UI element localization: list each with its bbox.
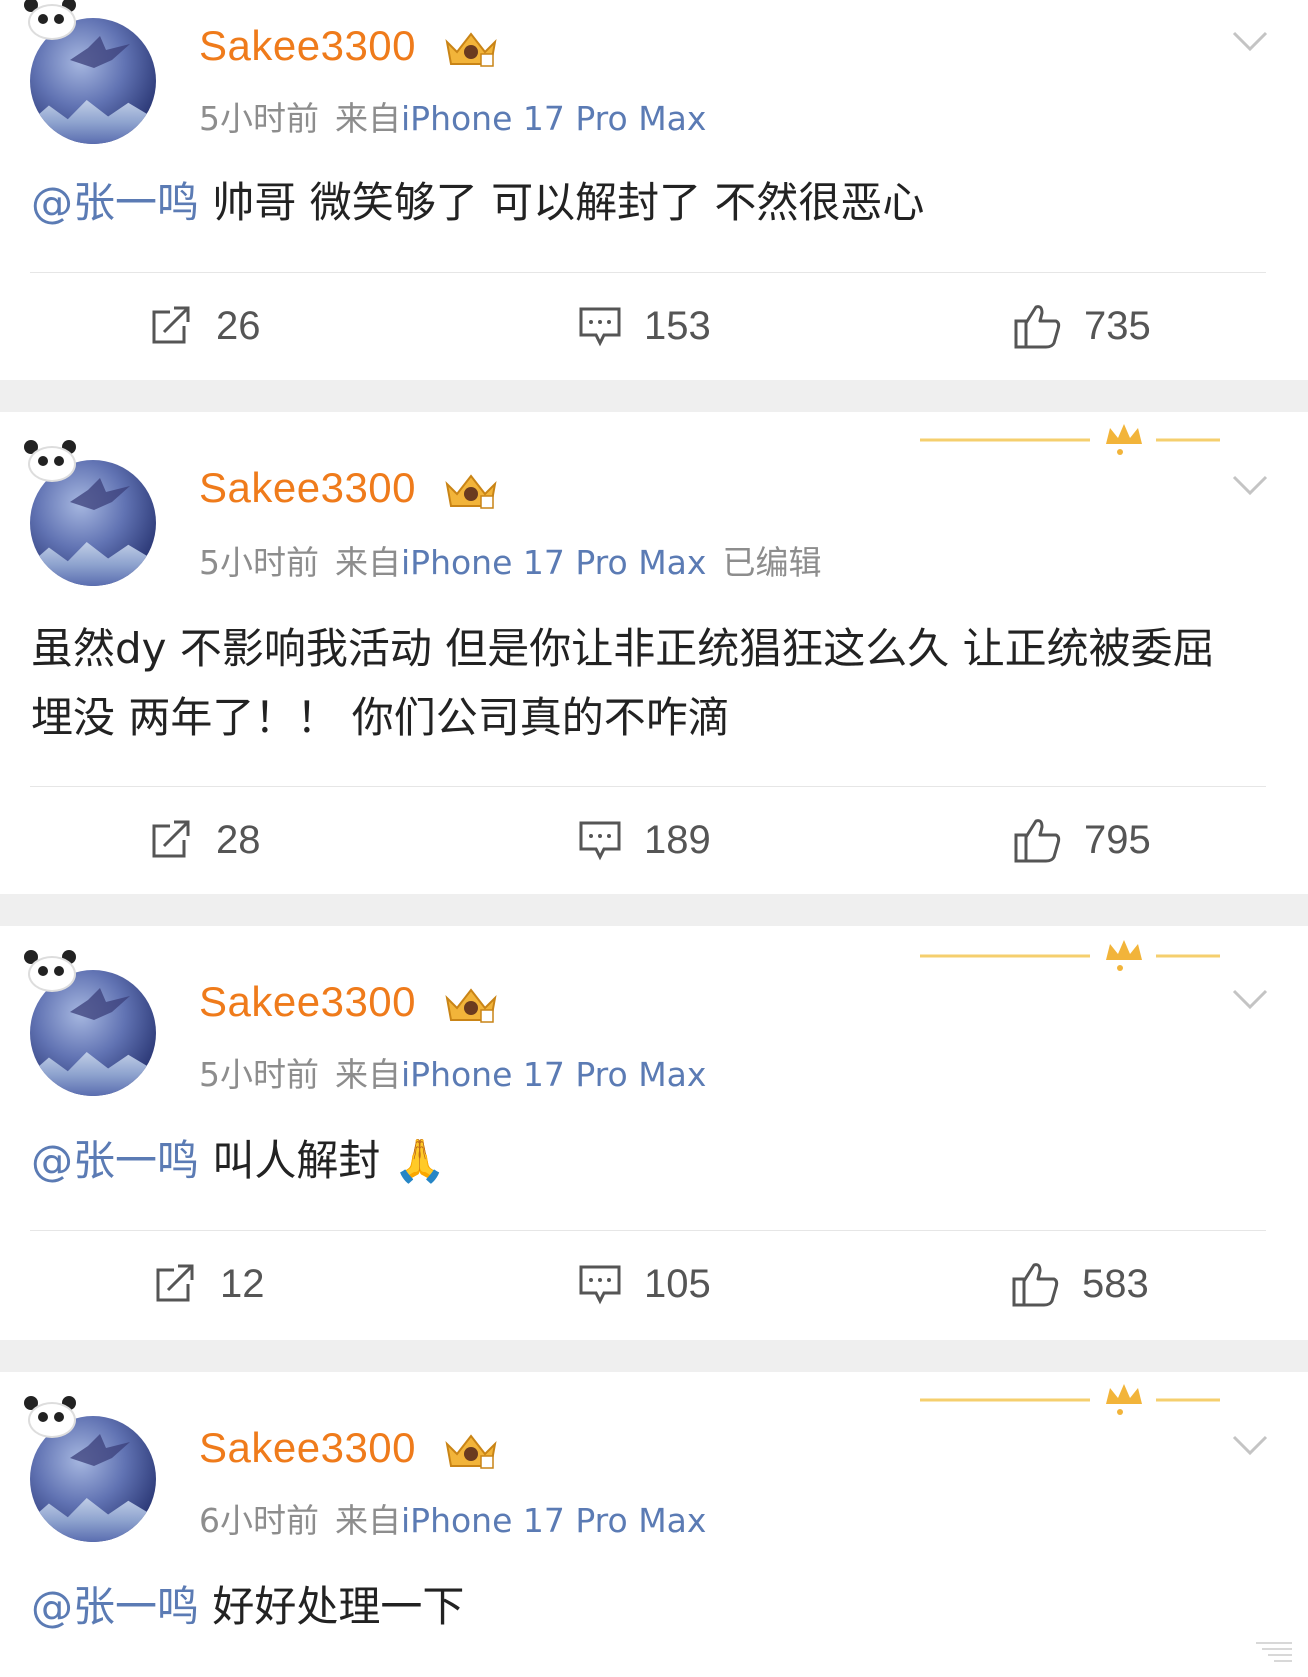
repost-button[interactable]: 28 [150,810,261,870]
panda-avatar-frame-icon [22,948,78,992]
panda-avatar-frame-icon [22,0,78,40]
post-body: 帅哥 微笑够了 可以解封了 不然很恶心 [199,178,925,227]
post-text: @张一鸣 叫人解封 🙏 [31,1126,1271,1195]
panda-avatar-frame-icon [22,438,78,482]
vip-crown-icon [445,32,497,67]
panda-avatar-frame-icon [22,1394,78,1438]
like-button[interactable]: 735 [1014,296,1151,356]
mention-link[interactable]: @张一鸣 [31,1136,199,1185]
device-source-link[interactable]: iPhone 17 Pro Max [401,99,706,138]
post-card: Sakee3300 5小时前 来自iPhone 17 Pro Max @张一鸣 帅… [0,0,1308,380]
username[interactable]: Sakee3300 [199,978,416,1026]
comment-count: 189 [644,817,711,862]
divider [30,786,1266,787]
post-meta: 5小时前 来自iPhone 17 Pro Max [199,92,706,140]
repost-count: 28 [216,817,261,862]
username[interactable]: Sakee3300 [199,464,416,512]
crown-decoration-icon [920,1384,1220,1415]
device-source-link[interactable]: iPhone 17 Pro Max [401,543,706,582]
comment-button[interactable]: 189 [578,810,711,870]
chevron-down-icon[interactable] [1232,1434,1268,1456]
mention-link[interactable]: @张一鸣 [31,1582,199,1631]
thumbs-up-icon [1014,305,1061,349]
post-meta: 6小时前 来自iPhone 17 Pro Max [199,1494,706,1542]
source-prefix: 来自 [335,1501,401,1540]
crown-decoration-icon [920,940,1220,971]
mention-link[interactable]: @张一鸣 [31,178,199,227]
separator [0,380,1308,412]
username[interactable]: Sakee3300 [199,1424,416,1472]
action-bar: 28 189 795 [0,810,1308,870]
post-card: Sakee3300 5小时前 来自iPhone 17 Pro Max @张一鸣 叫… [0,926,1308,1340]
edited-label[interactable]: 已编辑 [722,543,821,582]
repost-icon [152,820,190,858]
repost-count: 12 [220,1261,265,1306]
repost-icon [156,1264,194,1302]
post-body: 虽然dy 不影响我活动 但是你让非正统猖狂这么久 让正统被委屈埋没 两年了！！ … [31,624,1215,742]
chevron-down-icon[interactable] [1232,988,1268,1010]
separator [0,894,1308,926]
post-meta: 5小时前 来自iPhone 17 Pro Max 已编辑 [199,536,821,584]
post-time: 5小时前 [199,1055,319,1094]
repost-count: 26 [216,303,261,348]
action-bar: 12 105 583 [0,1254,1308,1314]
post-body: 好好处理一下 [199,1582,465,1631]
vip-crown-icon [445,474,497,509]
post-meta: 5小时前 来自iPhone 17 Pro Max [199,1048,706,1096]
avatar[interactable] [22,1394,162,1542]
post-card: Sakee3300 5小时前 来自iPhone 17 Pro Max 已编辑 虽然d… [0,412,1308,894]
post-time: 5小时前 [199,543,319,582]
thumbs-up-icon [1012,1263,1059,1307]
post-time: 5小时前 [199,99,319,138]
like-count: 795 [1084,817,1151,862]
vip-crown-icon [445,988,497,1023]
username[interactable]: Sakee3300 [199,22,416,70]
avatar[interactable] [22,948,162,1096]
separator [0,1340,1308,1372]
post-body: 叫人解封 🙏 [199,1136,447,1185]
comment-button[interactable]: 153 [578,296,711,356]
scroll-grip-icon[interactable] [1252,1637,1296,1667]
comment-icon [579,1265,621,1305]
post-time: 6小时前 [199,1501,319,1540]
device-source-link[interactable]: iPhone 17 Pro Max [401,1055,706,1094]
post-text: @张一鸣 好好处理一下 [31,1572,1271,1641]
comment-icon [579,307,621,347]
crown-decoration-icon [920,424,1220,455]
divider [30,272,1266,273]
like-button[interactable]: 795 [1014,810,1151,870]
chevron-down-icon[interactable] [1232,474,1268,496]
device-source-link[interactable]: iPhone 17 Pro Max [401,1501,706,1540]
source-prefix: 来自 [335,1055,401,1094]
comment-icon [579,821,621,861]
avatar[interactable] [22,0,162,144]
post-card: Sakee3300 6小时前 来自iPhone 17 Pro Max @张一鸣 好… [0,1372,1308,1677]
comment-count: 105 [644,1261,711,1306]
post-text: @张一鸣 帅哥 微笑够了 可以解封了 不然很恶心 [31,168,1271,237]
source-prefix: 来自 [335,543,401,582]
like-count: 583 [1082,1261,1149,1306]
repost-icon [152,306,190,344]
divider [30,1230,1266,1231]
thumbs-up-icon [1014,819,1061,863]
action-bar: 26 153 735 [0,296,1308,356]
like-button[interactable]: 583 [1012,1254,1149,1314]
post-text: 虽然dy 不影响我活动 但是你让非正统猖狂这么久 让正统被委屈埋没 两年了！！ … [31,614,1231,752]
chevron-down-icon[interactable] [1232,30,1268,52]
source-prefix: 来自 [335,99,401,138]
repost-button[interactable]: 26 [150,296,261,356]
vip-crown-icon [445,1434,497,1469]
comment-count: 153 [644,303,711,348]
repost-button[interactable]: 12 [154,1254,265,1314]
avatar[interactable] [22,438,162,586]
comment-button[interactable]: 105 [578,1254,711,1314]
like-count: 735 [1084,303,1151,348]
